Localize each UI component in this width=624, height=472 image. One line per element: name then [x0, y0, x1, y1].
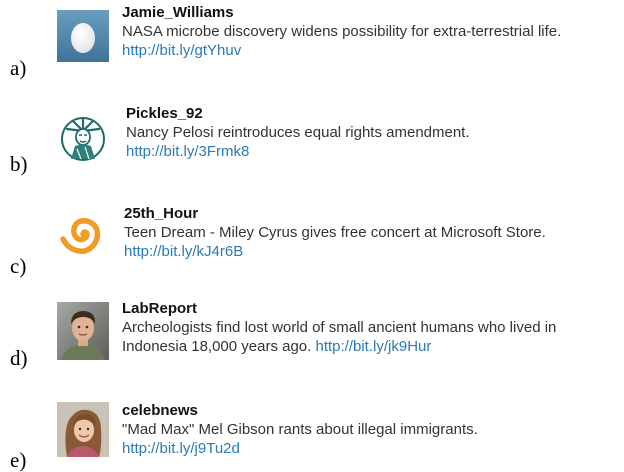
tweet-content: Jamie_Williams NASA microbe discovery wi…: [122, 4, 620, 60]
username[interactable]: 25th_Hour: [124, 205, 620, 223]
username[interactable]: celebnews: [122, 402, 620, 420]
tweet-item-c: c) 25th_Hour Teen Dream - Miley Cyrus gi…: [0, 195, 624, 280]
tweet-link[interactable]: http://bit.ly/kJ4r6B: [124, 242, 620, 261]
tweet-text: Nancy Pelosi reintroduces equal rights a…: [126, 124, 470, 141]
tweet-text: Teen Dream - Miley Cyrus gives free conc…: [124, 224, 546, 241]
tweet-text-line1: Archeologists find lost world of small a…: [122, 319, 557, 336]
tweet-link[interactable]: http://bit.ly/j9Tu2d: [122, 439, 620, 458]
tweet-link[interactable]: http://bit.ly/3Frmk8: [126, 142, 620, 161]
tweet-text: NASA microbe discovery widens possibilit…: [122, 23, 562, 40]
tweet-text: "Mad Max" Mel Gibson rants about illegal…: [122, 421, 478, 438]
username[interactable]: LabReport: [122, 300, 620, 318]
tweet-link[interactable]: http://bit.ly/gtYhuv: [122, 41, 620, 60]
tweet-content: 25th_Hour Teen Dream - Miley Cyrus gives…: [124, 205, 620, 261]
tweet-item-b: b) Pickles_92 Nancy Pelosi reintroduces …: [0, 95, 624, 180]
tweet-item-e: e) celebnews "Mad Max" Mel Gibson rants …: [0, 392, 624, 472]
option-letter: a): [10, 56, 27, 80]
woman-photo-avatar[interactable]: [57, 402, 109, 457]
tweet-text-line2: Indonesia 18,000 years ago.: [122, 338, 312, 355]
option-letter: b): [10, 152, 28, 176]
tweet-item-d: d) LabReport Archeologists find lost wor…: [0, 292, 624, 377]
tweet-content: Pickles_92 Nancy Pelosi reintroduces equ…: [126, 105, 620, 161]
statue-of-liberty-avatar-icon[interactable]: [57, 109, 109, 161]
option-letter: e): [10, 448, 27, 472]
username[interactable]: Pickles_92: [126, 105, 620, 123]
tweet-content: LabReport Archeologists find lost world …: [122, 300, 620, 356]
egg-avatar-icon[interactable]: [57, 10, 109, 62]
man-photo-avatar[interactable]: [57, 302, 109, 360]
option-letter: d): [10, 346, 28, 370]
tweet-text-line2-container: Indonesia 18,000 years ago. http://bit.l…: [122, 337, 620, 356]
username[interactable]: Jamie_Williams: [122, 4, 620, 22]
tweet-item-a: a) Jamie_Williams NASA microbe discovery…: [0, 0, 624, 80]
tweet-link[interactable]: http://bit.ly/jk9Hur: [315, 338, 431, 355]
option-letter: c): [10, 254, 27, 278]
tweet-content: celebnews "Mad Max" Mel Gibson rants abo…: [122, 402, 620, 458]
orange-spiral-avatar-icon[interactable]: [57, 207, 109, 259]
